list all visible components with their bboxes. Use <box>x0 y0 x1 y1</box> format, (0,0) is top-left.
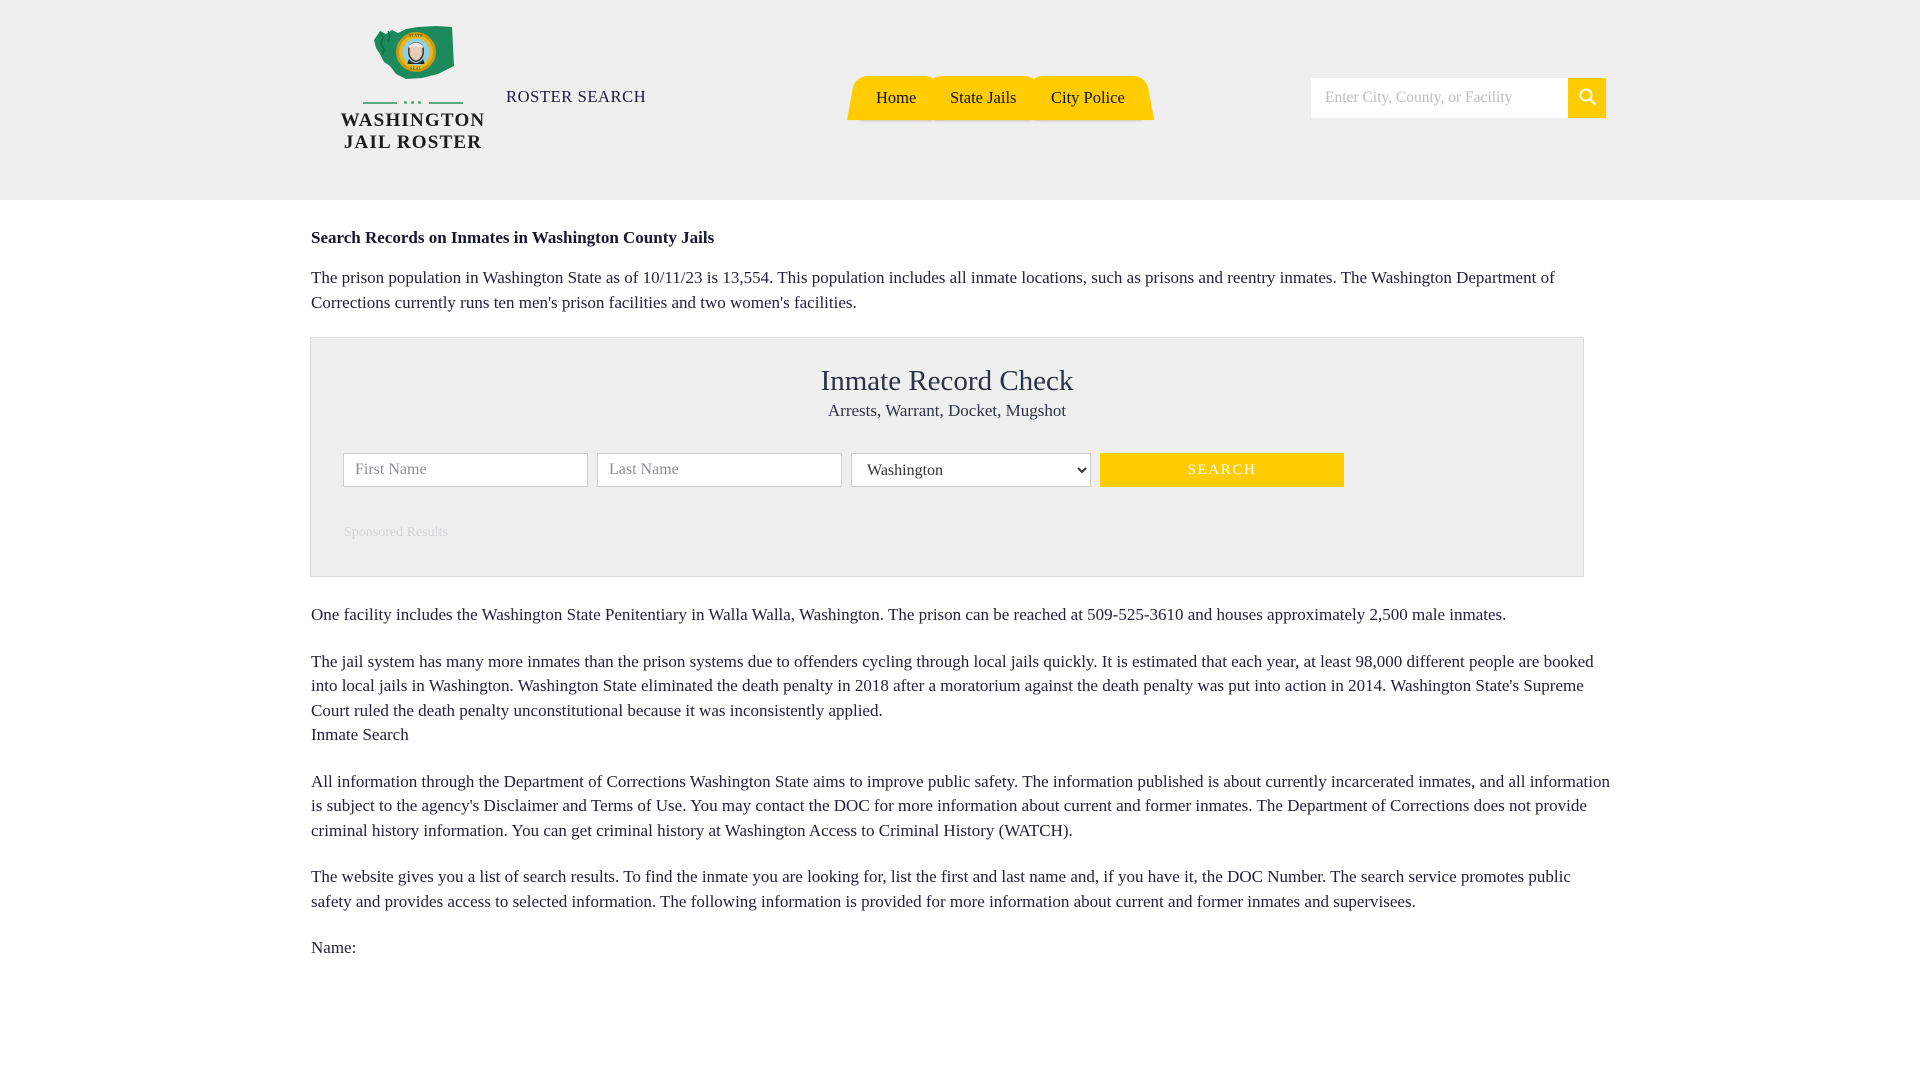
intro-paragraph: The prison population in Washington Stat… <box>310 266 1610 315</box>
panel-title: Inmate Record Check <box>343 364 1551 398</box>
paragraph-penitentiary: One facility includes the Washington Sta… <box>310 603 1610 628</box>
paragraph-doc-info: All information through the Department o… <box>310 770 1610 844</box>
site-logo[interactable]: STATE SEAL WASHINGTON JAIL ROSTER <box>338 22 488 155</box>
paragraph-jail-system: The jail system has many more inmates th… <box>310 650 1610 724</box>
panel-subtitle: Arrests, Warrant, Docket, Mugshot <box>343 401 1551 421</box>
svg-text:SEAL: SEAL <box>409 66 421 71</box>
site-tagline: ROSTER SEARCH <box>506 87 646 107</box>
inmate-search-form: Washington SEARCH <box>343 453 1551 487</box>
main-content: Search Records on Inmates in Washington … <box>310 200 1610 961</box>
facility-search-button[interactable] <box>1568 78 1606 118</box>
washington-state-flag-icon: STATE SEAL <box>366 22 461 94</box>
logo-divider <box>363 98 463 108</box>
facility-search-input[interactable] <box>1311 78 1568 118</box>
page-title: Search Records on Inmates in Washington … <box>310 228 1610 248</box>
header-search <box>1311 78 1606 118</box>
nav-tab-city-police[interactable]: City Police <box>1035 76 1141 120</box>
header-inner: STATE SEAL WASHINGTON JAIL ROSTER ROSTER… <box>310 0 1610 200</box>
last-name-input[interactable] <box>597 453 842 487</box>
state-select[interactable]: Washington <box>851 453 1091 487</box>
site-header: STATE SEAL WASHINGTON JAIL ROSTER ROSTER… <box>0 0 1920 200</box>
svg-text:STATE: STATE <box>408 33 423 38</box>
sponsored-results-label: Sponsored Results <box>343 525 1551 541</box>
logo-text-line1: WASHINGTON <box>338 110 488 132</box>
inmate-search-line: Inmate Search <box>310 723 1610 748</box>
inmate-search-button[interactable]: SEARCH <box>1100 453 1344 487</box>
primary-nav: Home State Jails City Police <box>860 76 1141 120</box>
search-icon <box>1578 87 1597 109</box>
nav-tab-state-jails[interactable]: State Jails <box>934 76 1033 120</box>
inmate-record-check-panel: Inmate Record Check Arrests, Warrant, Do… <box>310 337 1584 577</box>
trailing-name-label: Name: <box>310 936 1610 961</box>
logo-text-line2: JAIL ROSTER <box>338 132 488 154</box>
paragraph-search-results: The website gives you a list of search r… <box>310 865 1610 914</box>
first-name-input[interactable] <box>343 453 588 487</box>
